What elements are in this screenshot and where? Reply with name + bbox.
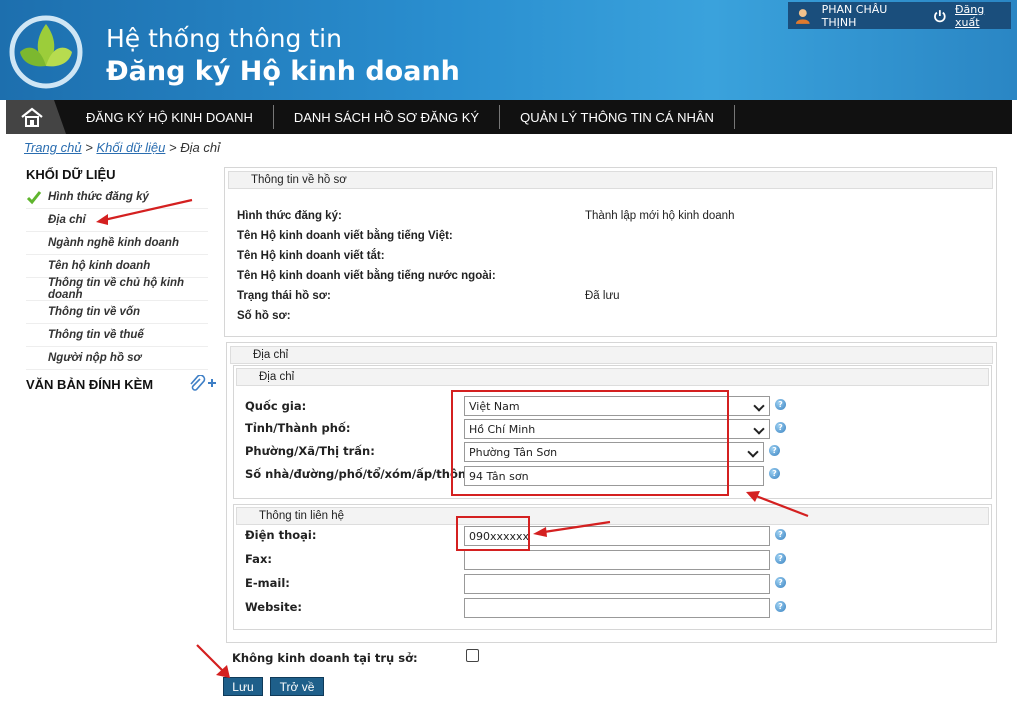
annotation-arrow-save [196,644,230,678]
home-icon [21,107,43,127]
app-header: Hệ thống thông tin Đăng ký Hộ kinh doanh… [0,0,1017,100]
app-title-line2: Đăng ký Hộ kinh doanh [106,56,460,87]
fax-input[interactable] [464,550,770,570]
help-icon[interactable]: ? [769,445,780,456]
app-title-line1: Hệ thống thông tin [106,24,342,53]
phone-label: Điện thoại: [245,528,317,542]
no-business-label: Không kinh doanh tại trụ sở: [232,651,418,665]
website-input[interactable] [464,598,770,618]
sidebar-item-owner-info[interactable]: Thông tin về chủ hộ kinh doanh [26,277,208,301]
logo-icon [9,15,83,89]
breadcrumb-data-block[interactable]: Khối dữ liệu [96,140,165,155]
profile-info-header: Thông tin về hồ sơ [228,171,993,189]
check-icon [26,191,42,205]
help-icon[interactable]: ? [775,601,786,612]
sidebar-item-business-name[interactable]: Tên hộ kinh doanh [26,255,208,278]
contact-header: Thông tin liên hệ [236,507,989,525]
main-nav: ĐĂNG KÝ HỘ KINH DOANH DANH SÁCH HỒ SƠ ĐĂ… [6,100,1012,134]
sidebar-item-submitter[interactable]: Người nộp hồ sơ [26,347,208,370]
help-icon[interactable]: ? [775,422,786,433]
sidebar-title: KHỐI DỮ LIỆU [26,167,116,182]
province-label: Tỉnh/Thành phố: [245,421,351,435]
email-label: E-mail: [245,576,290,590]
annotation-arrow-address [746,491,809,518]
attachments-section: VĂN BẢN ĐÍNH KÈM [26,374,216,394]
breadcrumb-sep: > [169,140,177,155]
ward-label: Phường/Xã/Thị trấn: [245,444,375,458]
annotation-box-phone [456,516,530,551]
info-label: Tên Hộ kinh doanh viết bằng tiếng Việt: [237,230,453,242]
sidebar-item-label: Thông tin về thuế [48,329,144,341]
help-icon[interactable]: ? [769,468,780,479]
profile-info-panel: Thông tin về hồ sơ Hình thức đăng ký: Th… [224,167,997,337]
nav-register[interactable]: ĐĂNG KÝ HỘ KINH DOANH [66,105,274,129]
fax-label: Fax: [245,552,272,566]
address-inner-header: Địa chỉ [236,368,989,386]
help-icon[interactable]: ? [775,529,786,540]
sidebar-item-label: Tên hộ kinh doanh [48,260,151,272]
breadcrumb-sep: > [85,140,93,155]
user-name[interactable]: PHAN CHÂU THỊNH [822,3,924,29]
info-label: Trạng thái hồ sơ: [237,290,331,302]
power-icon[interactable] [933,9,947,23]
email-input[interactable] [464,574,770,594]
sidebar-item-label: Người nộp hồ sơ [48,352,142,364]
sidebar-item-label: Ngành nghề kinh doanh [48,237,179,249]
user-bar: PHAN CHÂU THỊNH Đăng xuất [788,2,1011,29]
add-attachment-icon[interactable] [188,374,216,394]
help-icon[interactable]: ? [775,399,786,410]
sidebar-item-label: Thông tin về chủ hộ kinh doanh [48,277,185,301]
attachments-title: VĂN BẢN ĐÍNH KÈM [26,377,154,392]
info-label: Số hồ sơ: [237,310,291,322]
logout-link[interactable]: Đăng xuất [955,3,1011,29]
nav-profile[interactable]: QUẢN LÝ THÔNG TIN CÁ NHÂN [500,105,735,129]
sidebar-item-label: Địa chỉ [48,214,86,226]
nav-list[interactable]: DANH SÁCH HỒ SƠ ĐĂNG KÝ [274,105,501,129]
help-icon[interactable]: ? [775,553,786,564]
sidebar-item-tax[interactable]: Thông tin về thuế [26,324,208,347]
info-label: Hình thức đăng ký: [237,210,342,222]
annotation-arrow-sidebar [96,198,193,225]
sidebar-item-business-lines[interactable]: Ngành nghề kinh doanh [26,232,208,255]
sidebar-item-capital[interactable]: Thông tin về vốn [26,301,208,324]
help-icon[interactable]: ? [775,577,786,588]
sidebar-item-label: Thông tin về vốn [48,306,140,318]
breadcrumb: Trang chủ > Khối dữ liệu > Địa chỉ [24,140,220,155]
info-label: Tên Hộ kinh doanh viết tắt: [237,250,385,262]
info-label: Tên Hộ kinh doanh viết bằng tiếng nước n… [237,270,496,282]
annotation-box-address [451,390,729,496]
address-panel-header: Địa chỉ [230,346,993,364]
website-label: Website: [245,600,302,614]
info-value: Thành lập mới hộ kinh doanh [585,210,735,222]
street-label: Số nhà/đường/phố/tổ/xóm/ấp/thôn: [245,467,471,481]
info-value: Đã lưu [585,290,620,302]
no-business-checkbox[interactable] [466,649,479,662]
breadcrumb-current: Địa chỉ [180,140,220,155]
country-label: Quốc gia: [245,399,307,413]
user-icon [795,8,810,24]
annotation-arrow-phone [533,520,611,537]
breadcrumb-home[interactable]: Trang chủ [24,140,82,155]
home-button[interactable] [6,100,66,134]
back-button[interactable]: Trở về [270,677,324,696]
paperclip-icon [190,374,216,391]
